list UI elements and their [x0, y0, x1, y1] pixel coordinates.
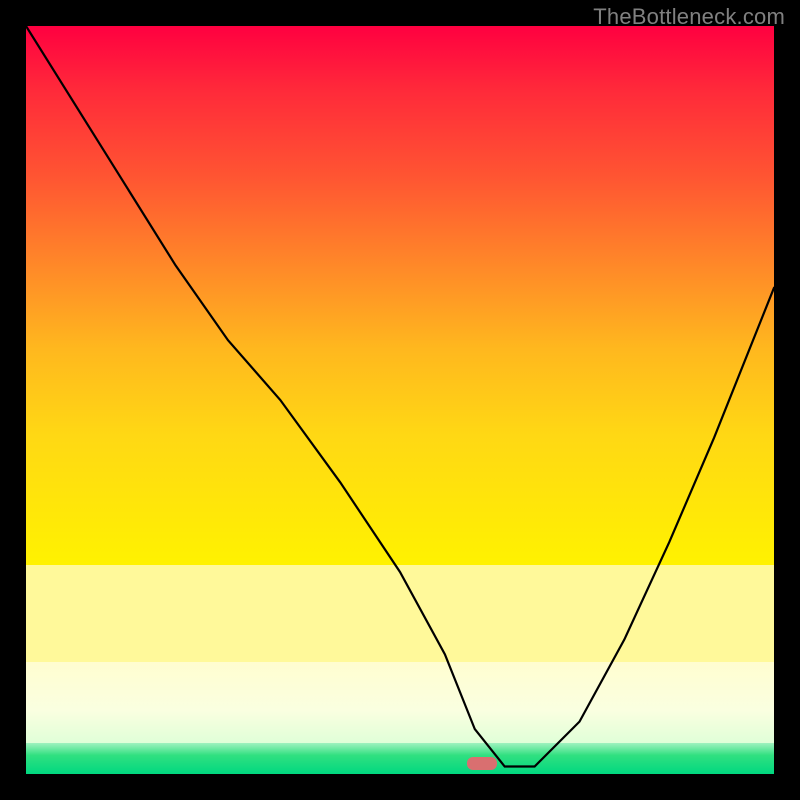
- chart-container: TheBottleneck.com: [0, 0, 800, 800]
- bottleneck-curve: [26, 26, 774, 774]
- plot-area: [26, 26, 774, 774]
- optimal-marker: [467, 757, 497, 770]
